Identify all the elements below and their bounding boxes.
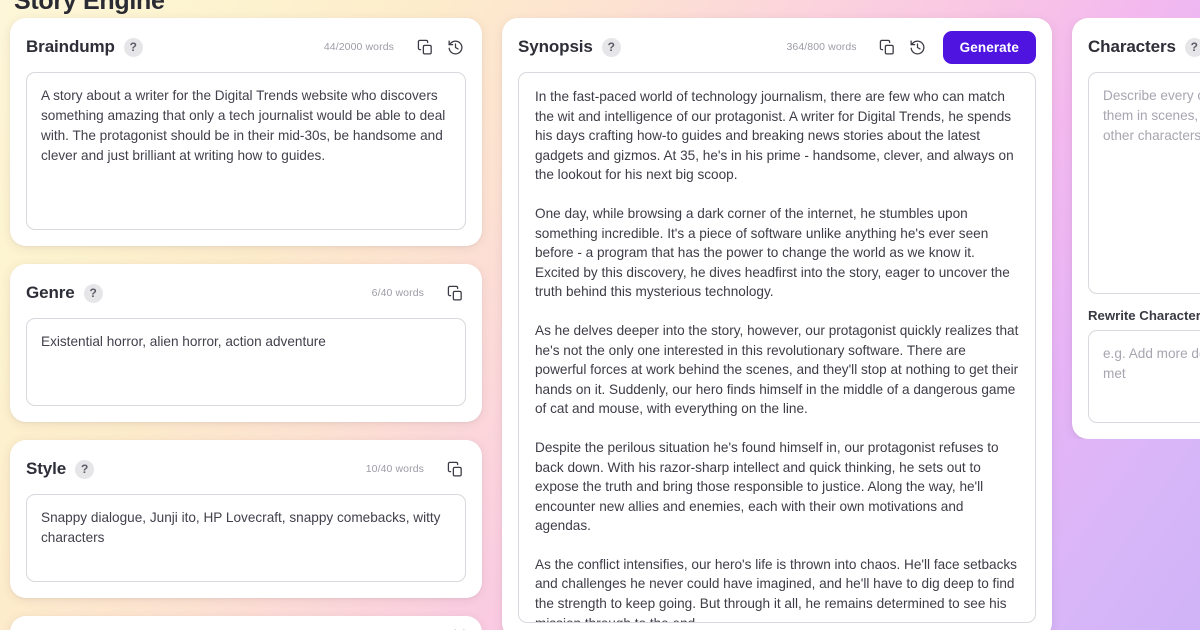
copy-icon[interactable] — [414, 36, 436, 58]
help-icon[interactable]: ? — [123, 37, 143, 57]
synopsis-paragraph: As the conflict intensifies, our hero's … — [535, 556, 1017, 622]
characters-header: Characters ? — [1088, 32, 1200, 62]
help-icon[interactable]: ? — [83, 283, 103, 303]
help-icon[interactable]: ? — [601, 37, 621, 57]
left-column: Braindump ? 44/2000 words A story about … — [0, 18, 492, 630]
genre-card: Genre ? 6/40 words — [10, 264, 482, 422]
rewrite-characters-input[interactable] — [1088, 330, 1200, 423]
characters-input[interactable] — [1088, 72, 1200, 294]
copy-icon[interactable] — [877, 36, 899, 58]
synopsis-card: Synopsis ? 364/800 words Generate In the… — [502, 18, 1052, 630]
bottom-card: Logo Story Engine Watermark — [10, 616, 482, 630]
synopsis-paragraph: One day, while browsing a dark corner of… — [535, 205, 1010, 300]
generate-button[interactable]: Generate — [942, 30, 1036, 64]
copy-icon[interactable] — [444, 282, 466, 304]
characters-card: Characters ? Rewrite Characters — [1072, 18, 1200, 439]
right-column: Characters ? Rewrite Characters — [1062, 18, 1200, 439]
braindump-input[interactable] — [26, 72, 466, 230]
style-title: Style — [26, 459, 67, 478]
help-icon[interactable]: ? — [1184, 37, 1200, 57]
history-icon[interactable] — [907, 36, 929, 58]
genre-word-count: 6/40 words — [371, 287, 424, 299]
middle-column: Synopsis ? 364/800 words Generate In the… — [492, 18, 1062, 630]
synopsis-word-count: 364/800 words — [786, 41, 857, 53]
panel-columns: Braindump ? 44/2000 words A story about … — [0, 0, 1200, 630]
synopsis-header: Synopsis ? 364/800 words Generate — [518, 30, 1036, 64]
genre-title: Genre — [26, 283, 75, 302]
synopsis-paragraph: As he delves deeper into the story, howe… — [535, 322, 1019, 417]
style-header: Style ? 10/40 words — [26, 454, 466, 484]
history-icon[interactable] — [444, 36, 466, 58]
style-card: Style ? 10/40 words — [10, 440, 482, 598]
style-word-count: 10/40 words — [365, 463, 424, 475]
help-icon[interactable]: ? — [75, 459, 95, 479]
copy-icon[interactable] — [444, 458, 466, 480]
synopsis-title: Synopsis — [518, 37, 593, 56]
synopsis-paragraph: Despite the perilous situation he's foun… — [535, 439, 999, 534]
synopsis-input[interactable]: In the fast-paced world of technology jo… — [518, 72, 1036, 623]
braindump-header: Braindump ? 44/2000 words — [26, 32, 466, 62]
genre-header: Genre ? 6/40 words — [26, 278, 466, 308]
characters-title: Characters — [1088, 37, 1176, 56]
braindump-word-count: 44/2000 words — [323, 41, 394, 53]
braindump-card: Braindump ? 44/2000 words — [10, 18, 482, 246]
genre-input[interactable] — [26, 318, 466, 406]
braindump-title: Braindump — [26, 37, 115, 56]
synopsis-paragraph: In the fast-paced world of technology jo… — [535, 89, 1014, 183]
rewrite-characters-label: Rewrite Characters — [1088, 308, 1200, 323]
style-input[interactable] — [26, 494, 466, 582]
